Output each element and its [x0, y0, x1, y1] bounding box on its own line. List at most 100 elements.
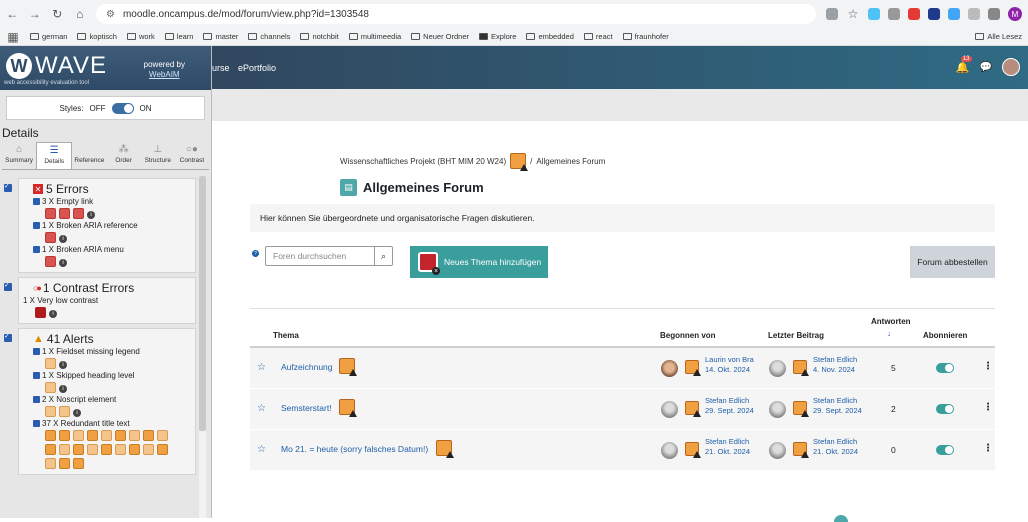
extension-icon[interactable]	[968, 8, 980, 20]
post-date[interactable]: 21. Okt. 2024	[813, 447, 858, 457]
redundant-title-icon[interactable]	[115, 430, 126, 441]
notifications-bell-icon[interactable]: 🔔 13	[956, 55, 972, 74]
wave-alert-icon[interactable]	[339, 358, 357, 376]
topic-link[interactable]: Mo 21. = heute (sorry falsches Datum!)	[281, 444, 428, 454]
error-item[interactable]: 1 X Broken ARIA reference	[33, 221, 191, 230]
item-checkbox[interactable]	[33, 396, 40, 403]
broken-aria-menu-icon[interactable]	[45, 256, 56, 267]
bookmark-folder[interactable]: german	[30, 32, 67, 41]
item-checkbox[interactable]	[33, 420, 40, 427]
avatar[interactable]	[769, 360, 786, 377]
info-icon[interactable]: i	[59, 235, 67, 243]
wave-alert-icon[interactable]	[793, 360, 809, 376]
tab-details[interactable]: ☰ Details	[36, 142, 73, 169]
home-icon[interactable]: ⌂	[74, 7, 87, 21]
messages-icon[interactable]: 💬	[980, 62, 992, 73]
translate-icon[interactable]	[826, 8, 838, 20]
bookmark-folder[interactable]: koptisch	[77, 32, 117, 41]
redundant-title-icon[interactable]	[87, 444, 98, 455]
forum-search-input[interactable]: Foren durchsuchen ⌕	[265, 246, 393, 266]
nav-eportfolio[interactable]: ePortfolio	[238, 63, 276, 73]
redundant-title-icon[interactable]	[73, 458, 84, 469]
avatar[interactable]	[661, 360, 678, 377]
post-date[interactable]: 4. Nov. 2024	[813, 365, 857, 375]
wave-alert-icon[interactable]	[685, 401, 701, 417]
nav-course[interactable]: urse	[212, 63, 230, 73]
bookmark-folder[interactable]: work	[126, 32, 155, 41]
bookmark-folder[interactable]: Neuer Ordner	[411, 32, 469, 41]
subscribe-toggle[interactable]	[936, 445, 954, 455]
redundant-title-icon[interactable]	[59, 430, 70, 441]
webaim-link[interactable]: WebAIM	[149, 70, 180, 79]
redundant-title-icon[interactable]	[59, 444, 70, 455]
wave-details-list[interactable]: ✕5 Errors 3 X Empty link i 1 X Broken AR…	[0, 176, 212, 518]
avatar[interactable]	[769, 401, 786, 418]
header-replies[interactable]: Antworten	[871, 317, 911, 326]
error-item[interactable]: 1 X Broken ARIA menu	[33, 245, 191, 254]
redundant-title-icon[interactable]	[87, 430, 98, 441]
redundant-title-icon[interactable]	[129, 430, 140, 441]
contrast-checkbox[interactable]	[4, 281, 12, 291]
topic-link[interactable]: Aufzeichnung	[281, 362, 333, 372]
post-date[interactable]: 29. Sept. 2024	[705, 406, 754, 416]
extension-icon[interactable]	[908, 8, 920, 20]
item-checkbox[interactable]	[33, 198, 40, 205]
header-started-by[interactable]: Begonnen von	[660, 331, 716, 340]
wave-extension-icon[interactable]	[928, 8, 940, 20]
author-name[interactable]: Laurin von Bra	[705, 355, 754, 365]
wave-alert-icon[interactable]	[793, 401, 809, 417]
bookmark-star-icon[interactable]: ☆	[846, 7, 860, 21]
wave-alert-icon[interactable]	[510, 153, 529, 171]
more-actions-icon[interactable]: ⋮	[983, 402, 993, 413]
wave-alert-icon[interactable]	[793, 442, 809, 458]
star-icon[interactable]: ☆	[257, 362, 266, 373]
error-item[interactable]: 3 X Empty link	[33, 197, 191, 206]
redundant-title-icon[interactable]	[73, 444, 84, 455]
redundant-title-icon[interactable]	[101, 430, 112, 441]
item-checkbox[interactable]	[33, 348, 40, 355]
contrast-item[interactable]: 1 X Very low contrast	[23, 296, 191, 305]
extension-icon[interactable]	[868, 8, 880, 20]
info-icon[interactable]: i	[87, 211, 95, 219]
item-checkbox[interactable]	[33, 222, 40, 229]
wave-error-icon[interactable]	[418, 252, 440, 275]
info-icon[interactable]: i	[73, 409, 81, 417]
breadcrumb-course-link[interactable]: Wissenschaftliches Projekt (BHT MIM 20 W…	[340, 157, 506, 166]
reload-icon[interactable]: ↻	[51, 7, 64, 21]
extension-icon[interactable]	[888, 8, 900, 20]
redundant-title-icon[interactable]	[157, 430, 168, 441]
post-date[interactable]: 29. Sept. 2024	[813, 406, 862, 416]
wave-alert-icon[interactable]	[685, 442, 701, 458]
heading-level-icon[interactable]	[45, 382, 56, 393]
redundant-title-icon[interactable]	[115, 444, 126, 455]
info-icon[interactable]: i	[59, 361, 67, 369]
post-date[interactable]: 14. Okt. 2024	[705, 365, 754, 375]
topic-link[interactable]: Semsterstart!	[281, 403, 332, 413]
errors-checkbox[interactable]	[4, 182, 12, 192]
site-info-icon[interactable]: ⚙	[106, 9, 115, 20]
redundant-title-icon[interactable]	[157, 444, 168, 455]
item-checkbox[interactable]	[33, 246, 40, 253]
info-icon[interactable]: i	[49, 310, 57, 318]
alert-item[interactable]: 2 X Noscript element	[33, 395, 191, 404]
forward-icon[interactable]: →	[29, 7, 42, 21]
profile-avatar[interactable]: M	[1008, 7, 1022, 21]
redundant-title-icon[interactable]	[143, 430, 154, 441]
more-actions-icon[interactable]: ⋮	[983, 361, 993, 372]
tab-reference[interactable]: Reference	[72, 142, 106, 169]
tab-order[interactable]: ⁂ Order	[107, 142, 141, 169]
info-icon[interactable]: i	[59, 259, 67, 267]
bookmark-explore[interactable]: Explore	[479, 32, 516, 41]
redundant-title-icon[interactable]	[59, 458, 70, 469]
bookmark-folder[interactable]: embedded	[526, 32, 574, 41]
post-date[interactable]: 21. Okt. 2024	[705, 447, 750, 457]
bookmark-folder[interactable]: react	[583, 32, 613, 41]
redundant-title-icon[interactable]	[101, 444, 112, 455]
back-icon[interactable]: ←	[6, 7, 19, 21]
author-name[interactable]: Stefan Edlich	[813, 437, 858, 447]
redundant-title-icon[interactable]	[45, 458, 56, 469]
author-name[interactable]: Stefan Edlich	[705, 396, 754, 406]
extension-icon[interactable]	[948, 8, 960, 20]
fieldset-icon[interactable]	[45, 358, 56, 369]
empty-link-icon[interactable]	[45, 208, 56, 219]
